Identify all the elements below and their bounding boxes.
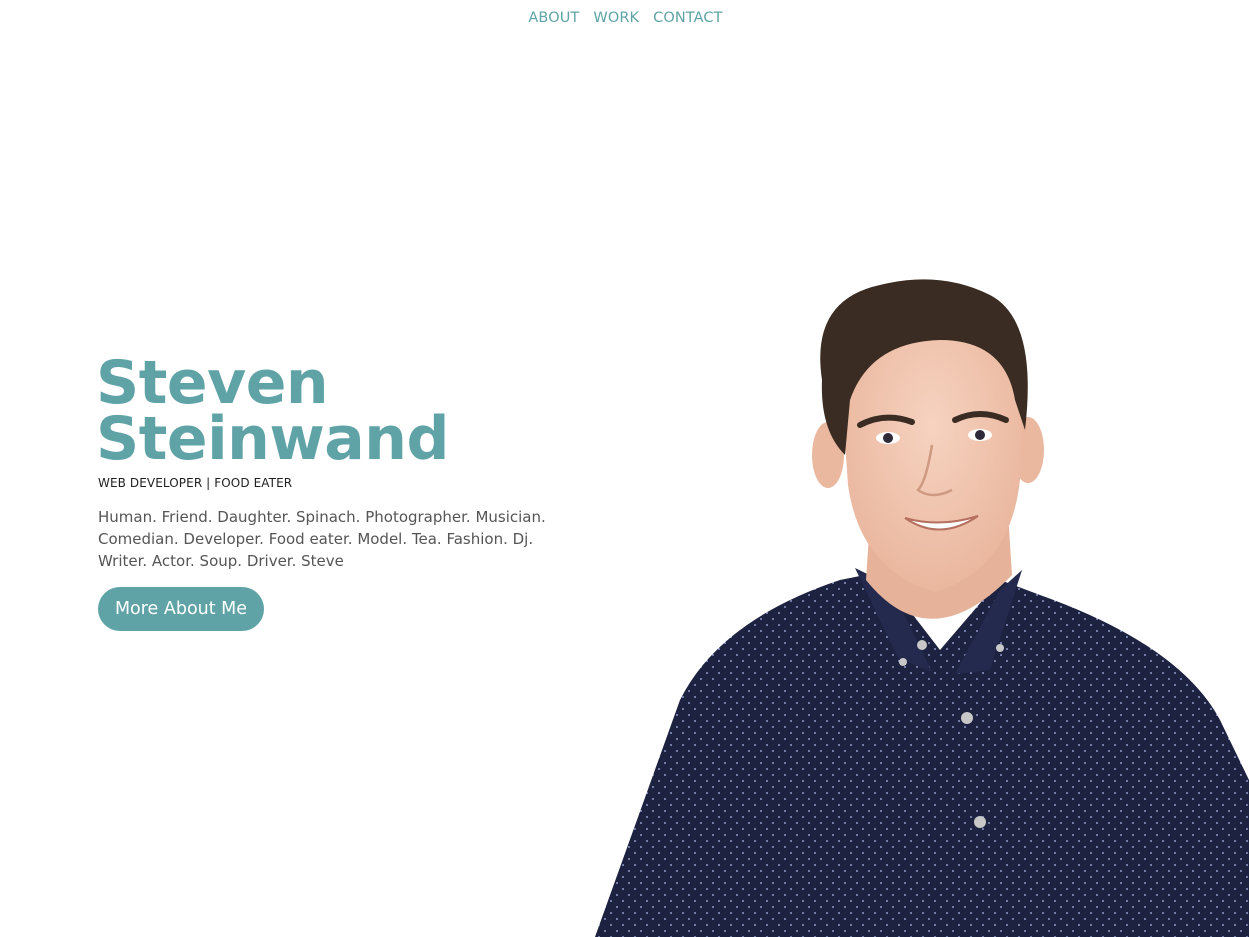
more-about-me-button[interactable]: More About Me xyxy=(98,587,264,631)
hero-bio: Human. Friend. Daughter. Spinach. Photog… xyxy=(98,508,546,570)
portrait-photo xyxy=(560,250,1249,937)
page: ABOUT WORK CONTACT Steven Steinwand WEB … xyxy=(0,0,1249,937)
nav-item-work[interactable]: WORK xyxy=(593,10,639,26)
shirt-button-3 xyxy=(974,816,986,828)
hero-tagline: WEB DEVELOPER | FOOD EATER xyxy=(98,476,293,490)
shirt-button-4 xyxy=(996,644,1004,652)
shirt-button-1 xyxy=(917,640,927,650)
shirt-button-2 xyxy=(961,712,973,724)
hero-name: Steven Steinwand xyxy=(96,348,449,474)
hero-last-name: Steinwand xyxy=(96,404,449,474)
hero-first-name: Steven xyxy=(96,348,329,418)
shirt-shape xyxy=(595,572,1249,937)
top-nav: ABOUT WORK CONTACT xyxy=(0,10,1249,26)
nav-item-contact[interactable]: CONTACT xyxy=(653,10,722,26)
shirt-button-5 xyxy=(899,658,907,666)
nav-item-about[interactable]: ABOUT xyxy=(528,10,579,26)
